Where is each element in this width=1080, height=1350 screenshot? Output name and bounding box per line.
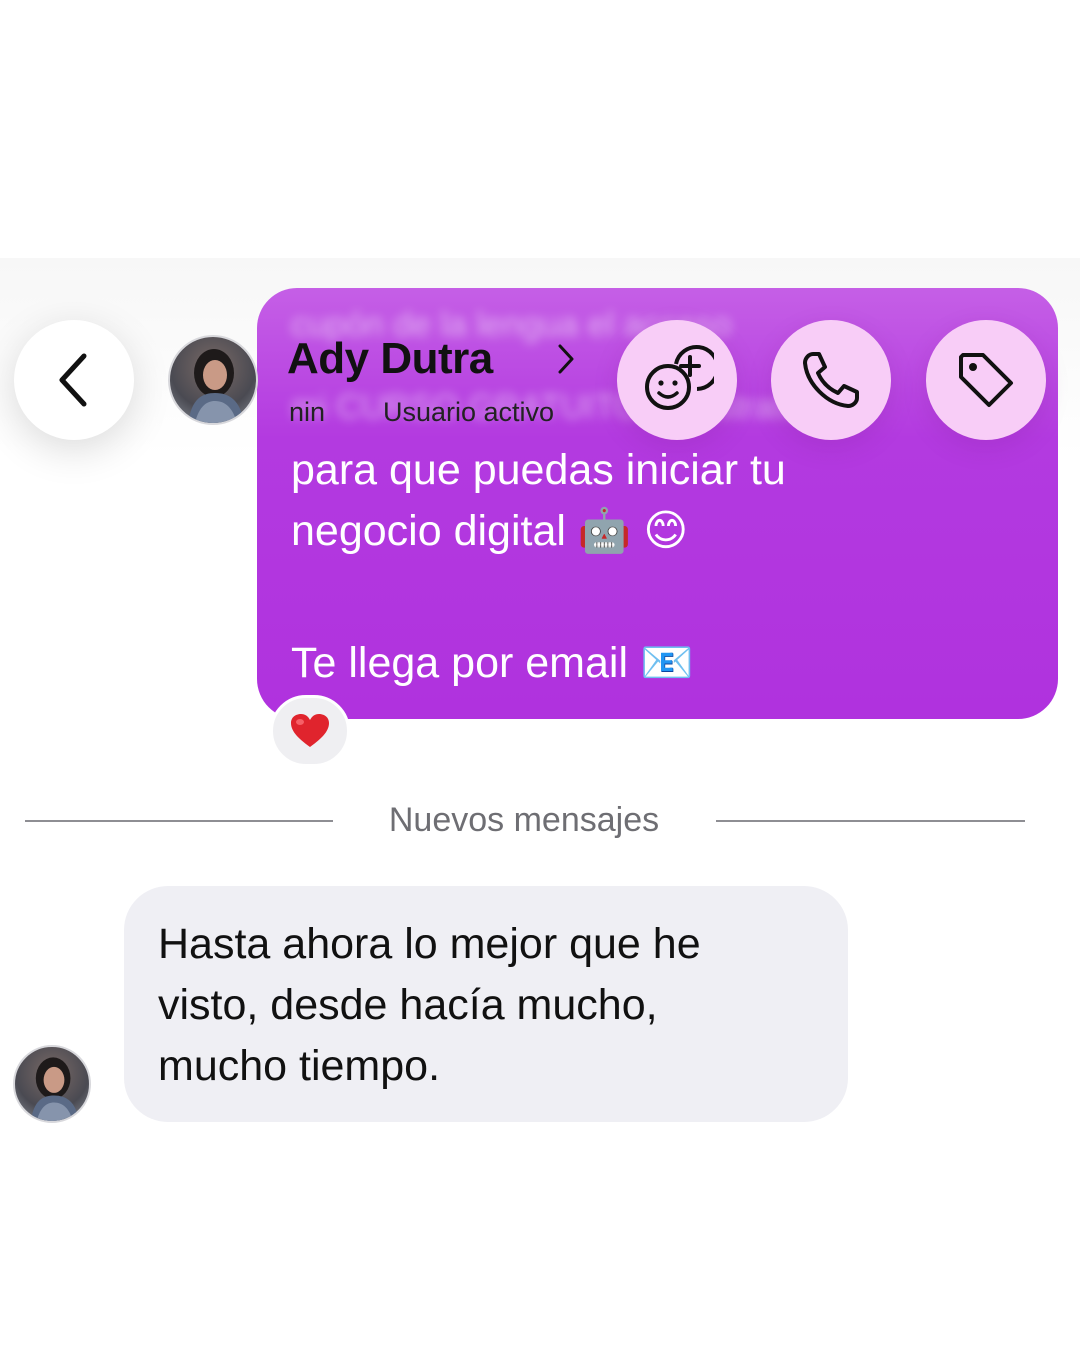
back-button[interactable]	[14, 320, 134, 440]
new-messages-label: Nuevos mensajes	[388, 801, 660, 839]
message-text-line: para que puedas iniciar tu	[291, 446, 786, 494]
chevron-left-icon	[59, 353, 87, 407]
call-button[interactable]	[771, 320, 891, 440]
chevron-right-icon[interactable]	[556, 342, 576, 376]
received-message-bubble[interactable]: Hasta ahora lo mejor que he visto, desde…	[124, 886, 848, 1122]
message-text-line: Te llega por email 📧	[291, 639, 694, 687]
message-text-line: negocio digital 🤖 😊	[291, 507, 689, 555]
tag-button[interactable]	[926, 320, 1046, 440]
active-status: Usuario activo	[383, 397, 555, 427]
add-people-button[interactable]	[617, 320, 737, 440]
status-fragment: nin	[289, 397, 326, 427]
avatar[interactable]	[168, 335, 258, 425]
add-group-icon	[645, 345, 714, 410]
profile-photo	[188, 349, 244, 423]
heart-icon	[291, 714, 329, 747]
heart-reaction[interactable]	[270, 695, 350, 767]
message-text-line: mucho tiempo.	[158, 1042, 441, 1090]
contact-name[interactable]: Ady Dutra	[287, 334, 493, 384]
tag-icon	[959, 353, 1013, 407]
avatar[interactable]	[13, 1045, 91, 1123]
message-text-line: Hasta ahora lo mejor que he	[158, 920, 701, 968]
phone-icon	[803, 352, 859, 408]
message-text-line: visto, desde hacía mucho,	[158, 981, 658, 1029]
profile-photo	[31, 1057, 79, 1121]
